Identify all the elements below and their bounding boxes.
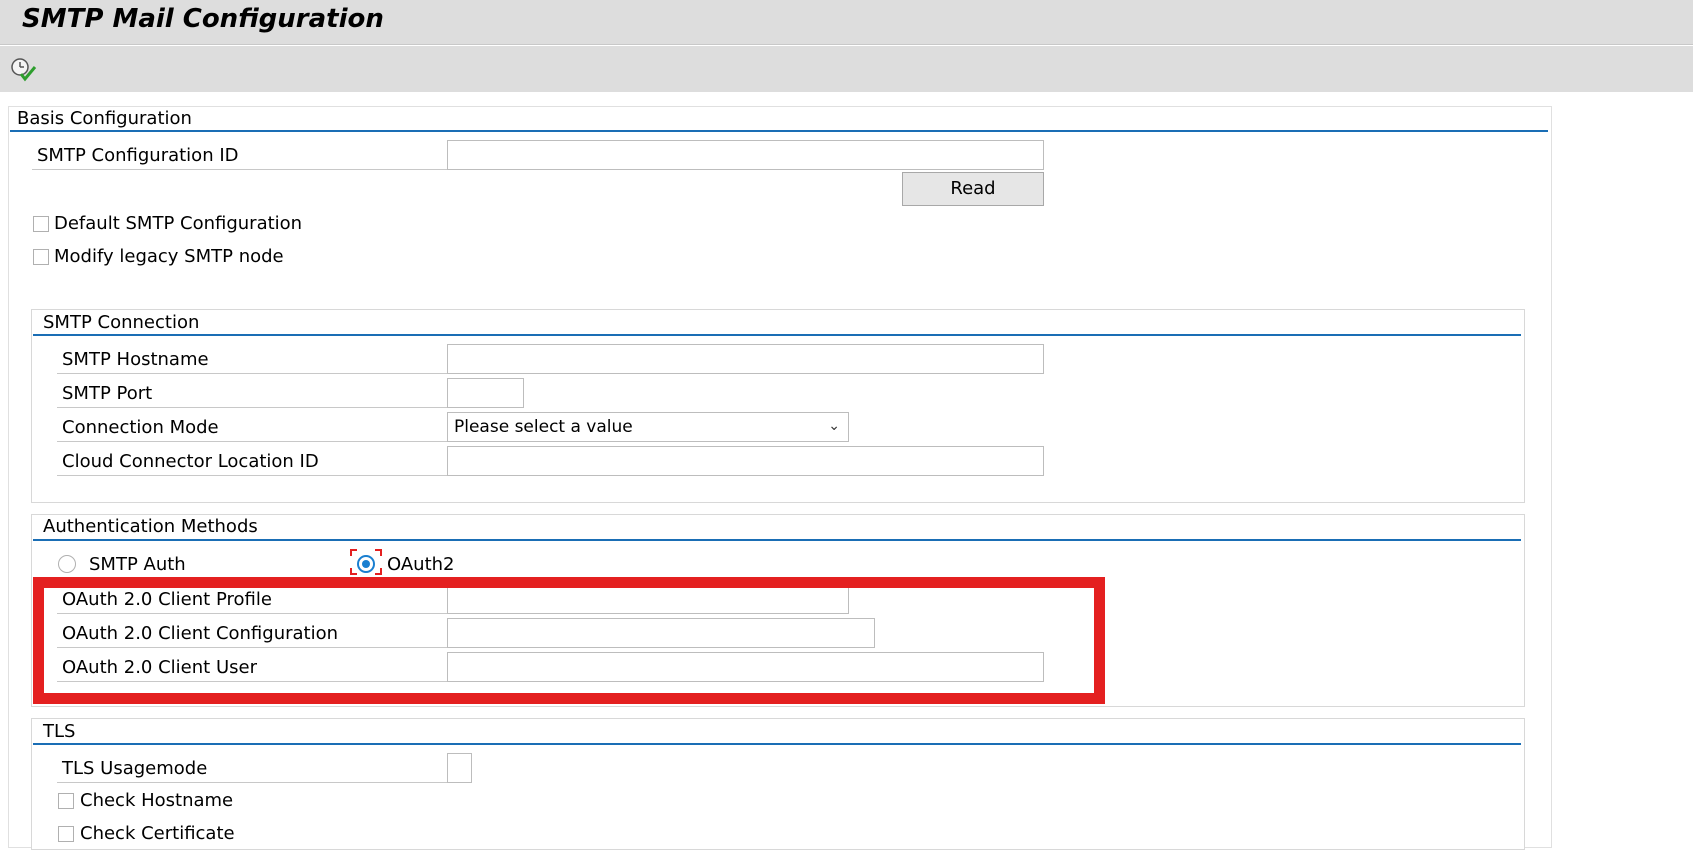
basis-config-divider [10,130,1548,132]
auth-methods-divider [33,539,1521,541]
hostname-input[interactable] [447,344,1044,374]
radio-selected-dot [362,560,370,568]
execute-button[interactable] [8,54,38,84]
auth-methods-header: Authentication Methods [43,516,258,537]
check-hostname-label: Check Hostname [80,790,234,811]
read-button[interactable]: Read [902,172,1044,206]
chevron-down-icon: ⌄ [828,418,840,434]
smtp-auth-label: SMTP Auth [89,554,186,575]
default-config-label: Default SMTP Configuration [54,213,303,234]
oauth2-radio[interactable] [357,555,375,573]
tls-header: TLS [43,721,76,742]
oauth2-label: OAuth2 [387,554,455,575]
smtp-connection-divider [33,334,1521,336]
highlight-box [33,577,1105,704]
modify-legacy-checkbox[interactable] [33,249,49,265]
basis-config-header: Basis Configuration [17,108,192,129]
connection-mode-label: Connection Mode [57,417,447,442]
tls-divider [33,743,1521,745]
check-certificate-checkbox[interactable] [58,826,74,842]
tls-usagemode-input[interactable] [447,753,472,783]
port-label: SMTP Port [57,383,447,408]
toolbar [0,46,1693,92]
modify-legacy-label: Modify legacy SMTP node [54,246,284,267]
config-id-input[interactable] [447,140,1044,170]
cloud-connector-input[interactable] [447,446,1044,476]
cloud-connector-label: Cloud Connector Location ID [57,451,447,476]
clock-check-icon [11,58,37,82]
default-config-checkbox[interactable] [33,216,49,232]
check-certificate-label: Check Certificate [80,823,235,844]
tls-box [31,718,1525,850]
check-hostname-checkbox[interactable] [58,793,74,809]
port-input[interactable] [447,378,524,408]
page-title: SMTP Mail Configuration [22,4,384,34]
tls-usagemode-label: TLS Usagemode [57,758,447,783]
connection-mode-select[interactable]: Please select a value ⌄ [447,412,849,442]
config-id-label: SMTP Configuration ID [32,145,452,170]
connection-mode-value: Please select a value [454,417,633,437]
hostname-label: SMTP Hostname [57,349,447,374]
smtp-connection-header: SMTP Connection [43,312,200,333]
smtp-auth-radio[interactable] [58,555,76,573]
